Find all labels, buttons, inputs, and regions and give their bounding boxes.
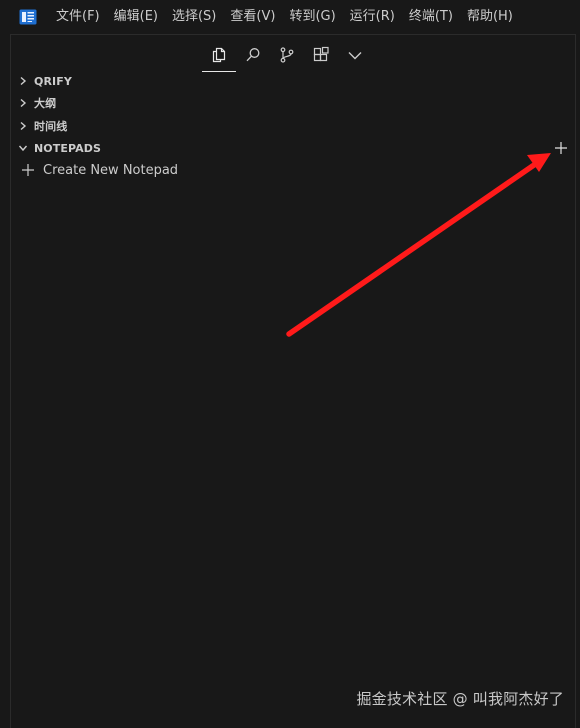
- menu-bar: 文件(F) 编辑(E) 选择(S) 查看(V) 转到(G) 运行(R) 终端(T…: [0, 0, 580, 34]
- plus-icon: [555, 142, 567, 154]
- tab-search[interactable]: [236, 39, 270, 71]
- section-title: QRIFY: [34, 74, 72, 88]
- section-title: 时间线: [34, 120, 68, 133]
- menu-edit[interactable]: 编辑(E): [107, 4, 165, 30]
- tab-more[interactable]: [338, 39, 372, 71]
- watermark: 掘金技术社区 @ 叫我阿杰好了: [356, 690, 564, 708]
- sidebar-panel: QRIFY 大纲 时间线 NOTEPADS Create New Notepad: [10, 34, 576, 728]
- menu-terminal[interactable]: 终端(T): [402, 4, 460, 30]
- section-notepads[interactable]: NOTEPADS: [11, 137, 575, 159]
- section-qrify[interactable]: QRIFY: [11, 70, 575, 92]
- menu-run[interactable]: 运行(R): [343, 4, 402, 30]
- explorer-icon: [210, 46, 228, 64]
- section-title: 大纲: [34, 97, 57, 110]
- menu-selection[interactable]: 选择(S): [165, 4, 223, 30]
- chevron-right-icon: [15, 118, 31, 134]
- source-control-icon: [278, 46, 296, 64]
- add-notepad-button[interactable]: [553, 140, 569, 156]
- section-title: NOTEPADS: [34, 141, 101, 155]
- menu-view[interactable]: 查看(V): [223, 4, 282, 30]
- chevron-right-icon: [15, 73, 31, 89]
- activity-tab-bar: [202, 39, 372, 72]
- tab-explorer[interactable]: [202, 39, 236, 72]
- create-notepad-label: Create New Notepad: [43, 162, 179, 178]
- menu-go[interactable]: 转到(G): [282, 4, 342, 30]
- tab-source-control[interactable]: [270, 39, 304, 71]
- create-new-notepad-item[interactable]: Create New Notepad: [21, 159, 178, 181]
- plus-icon: [22, 164, 34, 176]
- chevron-down-icon: [346, 46, 364, 64]
- search-icon: [244, 46, 262, 64]
- chevron-right-icon: [15, 95, 31, 111]
- menu-file[interactable]: 文件(F): [49, 4, 107, 30]
- section-timeline[interactable]: 时间线: [11, 115, 575, 137]
- editor-window: 文件(F) 编辑(E) 选择(S) 查看(V) 转到(G) 运行(R) 终端(T…: [0, 0, 580, 728]
- menu-help[interactable]: 帮助(H): [460, 4, 520, 30]
- tab-extensions[interactable]: [304, 39, 338, 71]
- extensions-icon: [312, 46, 330, 64]
- cursor-app-icon[interactable]: [19, 9, 37, 25]
- chevron-down-icon: [15, 140, 31, 156]
- section-outline[interactable]: 大纲: [11, 92, 575, 114]
